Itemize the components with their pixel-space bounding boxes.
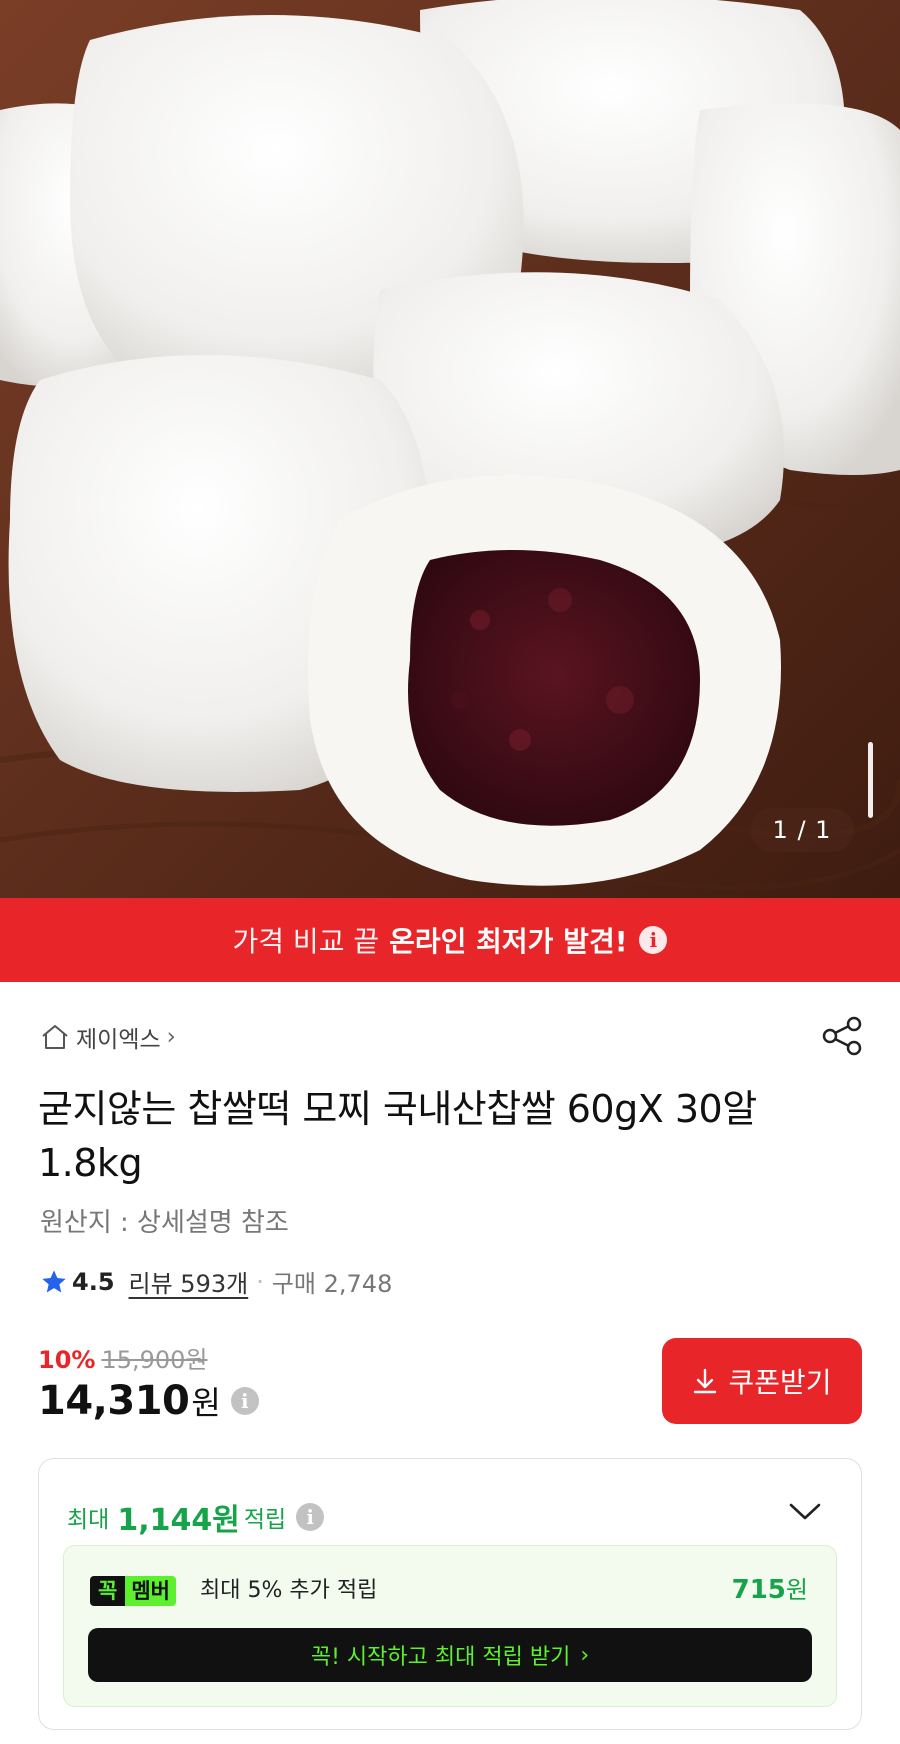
member-badge: 꼭 멤버: [90, 1576, 176, 1606]
discount-rate: 10%: [38, 1346, 96, 1374]
reward-card: 최대 1,144원 적립 i 꼭 멤버 최대 5% 추가 적립 715원 꼭! …: [38, 1458, 862, 1730]
original-price: 15,900원: [101, 1346, 208, 1374]
seller-name: 제이엑스: [76, 1027, 161, 1053]
reward-info-icon[interactable]: i: [296, 1503, 325, 1531]
promo-text-light: 가격 비교 끝: [232, 925, 380, 958]
sale-price: 14,310: [38, 1378, 190, 1424]
member-amount-currency: 원: [785, 1576, 808, 1604]
member-benefit-box: 꼭 멤버 최대 5% 추가 적립 715원 꼭! 시작하고 최대 적립 받기 ›: [63, 1545, 837, 1707]
lowest-price-banner[interactable]: 가격 비교 끝 온라인 최저가 발견! i: [0, 898, 900, 982]
reward-amount: 1,144원: [117, 1503, 240, 1538]
price-row: 14,310 원 i: [38, 1378, 259, 1424]
chevron-down-icon[interactable]: [787, 1499, 823, 1523]
start-member-label: 꼭! 시작하고 최대 적립 받기: [310, 1645, 571, 1670]
start-member-button[interactable]: 꼭! 시작하고 최대 적립 받기 ›: [88, 1628, 812, 1682]
member-badge-logo: 꼭: [90, 1576, 126, 1606]
coupon-label: 쿠폰받기: [728, 1366, 832, 1399]
rating-score: 4.5: [72, 1267, 115, 1296]
share-icon[interactable]: [820, 1014, 864, 1058]
purchase-count: 구매 2,748: [271, 1270, 393, 1298]
coupon-button[interactable]: 쿠폰받기: [662, 1338, 862, 1424]
price-info-icon[interactable]: i: [230, 1387, 259, 1415]
member-amount-value: 715: [731, 1575, 786, 1605]
home-icon: [42, 1025, 68, 1049]
rating-row: 4.5 리뷰 593개 · 구매 2,748: [40, 1264, 392, 1299]
reward-prefix: 최대: [67, 1507, 110, 1533]
gallery-page-counter: 1 / 1: [750, 808, 854, 852]
promo-text-strong: 온라인 최저가 발견!: [389, 925, 628, 958]
gallery-scroll-indicator: [868, 742, 873, 818]
member-badge-label: 멤버: [125, 1576, 176, 1606]
member-reward-amount: 715원: [732, 1574, 808, 1606]
chevron-right-icon: ›: [580, 1642, 590, 1668]
reward-suffix: 적립: [243, 1507, 287, 1533]
member-benefit-text: 최대 5% 추가 적립: [200, 1578, 378, 1603]
reward-summary[interactable]: 최대 1,144원 적립 i: [67, 1495, 325, 1539]
separator-dot: ·: [256, 1267, 264, 1296]
review-count-link[interactable]: 리뷰 593개: [129, 1264, 249, 1299]
chevron-right-icon: ›: [166, 1024, 176, 1050]
download-arrow-icon: [694, 1368, 717, 1394]
info-icon[interactable]: i: [639, 926, 668, 954]
seller-link[interactable]: 제이엑스 ›: [40, 1020, 176, 1054]
product-origin: 원산지 : 상세설명 참조: [40, 1208, 289, 1238]
star-icon: [42, 1269, 66, 1292]
discount-row: 10% 15,900원: [38, 1340, 208, 1375]
price-currency: 원: [191, 1384, 221, 1422]
product-image[interactable]: 1 / 1: [0, 0, 900, 898]
mochi-photo: [0, 0, 900, 898]
product-title: 굳지않는 찹쌀떡 모찌 국내산찹쌀 60gX 30알 1.8kg: [38, 1087, 757, 1185]
